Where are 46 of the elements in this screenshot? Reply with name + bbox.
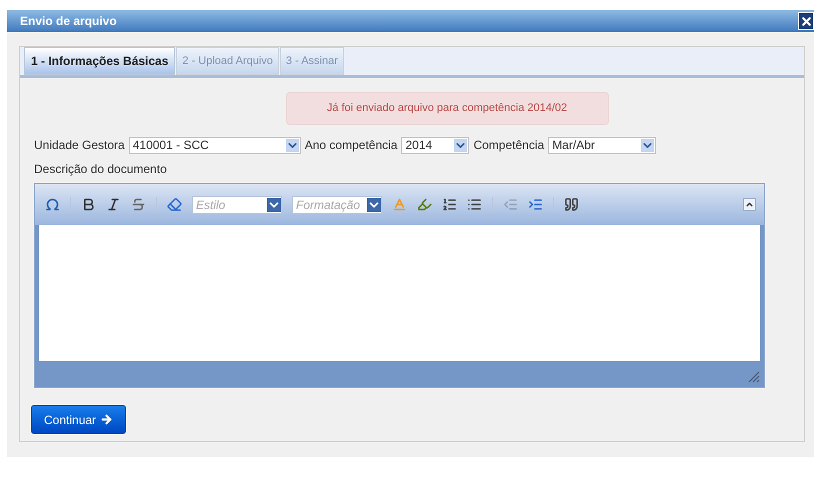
field-label: Ano competência <box>304 137 398 154</box>
resize-grip-icon <box>748 371 760 383</box>
tab[interactable]: 1 - Informações Básicas <box>24 47 176 75</box>
select-value: 410001 - SCC <box>132 137 209 154</box>
toolbar-button[interactable] <box>106 197 121 212</box>
toolbar-button[interactable] <box>442 197 457 212</box>
close-button[interactable] <box>798 12 814 30</box>
alert-message: Já foi enviado arquivo para competência 2014/02 <box>286 92 608 125</box>
italic-icon <box>106 197 121 212</box>
numbered-list-icon <box>442 197 457 212</box>
omega-icon <box>45 197 60 212</box>
bullet-list-icon <box>467 197 482 212</box>
field-label: Descrição do documento <box>33 161 168 178</box>
dropdown-icon <box>367 198 381 212</box>
dropdown-placeholder: Formatação <box>296 196 360 214</box>
continue-button[interactable]: Continuar <box>31 405 126 434</box>
select-field[interactable]: 410001 - SCC <box>128 136 301 154</box>
toolbar-button[interactable] <box>131 197 146 212</box>
dropdown-icon <box>641 138 654 152</box>
dropdown-icon <box>267 198 281 212</box>
dropdown-icon <box>286 138 299 152</box>
text-color-icon <box>392 197 407 212</box>
dropdown-placeholder: Estilo <box>196 196 226 214</box>
select-field[interactable]: 2014 <box>401 136 470 154</box>
toolbar-button[interactable] <box>467 197 482 212</box>
window-title: Envio de arquivo <box>20 13 117 30</box>
quote-icon <box>564 197 579 212</box>
collapse-toolbar-button[interactable] <box>743 198 756 211</box>
indent-icon <box>528 197 543 212</box>
dropdown-icon <box>454 138 468 152</box>
field-label: Unidade Gestora <box>34 137 125 154</box>
select-value: Mar/Abr <box>552 137 595 154</box>
bold-icon <box>81 197 96 212</box>
arrow-right-icon <box>100 413 114 426</box>
toolbar-button[interactable] <box>81 197 96 212</box>
select-field[interactable]: Mar/Abr <box>548 136 656 154</box>
toolbar-button[interactable] <box>45 197 60 212</box>
outdent-icon <box>503 197 518 212</box>
highlight-icon <box>417 197 432 212</box>
collapse-icon <box>745 200 754 209</box>
close-icon <box>800 14 812 28</box>
field-label: Competência <box>473 137 544 154</box>
select-value: 2014 <box>405 137 432 154</box>
eraser-icon <box>167 197 182 212</box>
strikethrough-icon <box>131 197 146 212</box>
toolbar-button[interactable] <box>564 197 579 212</box>
